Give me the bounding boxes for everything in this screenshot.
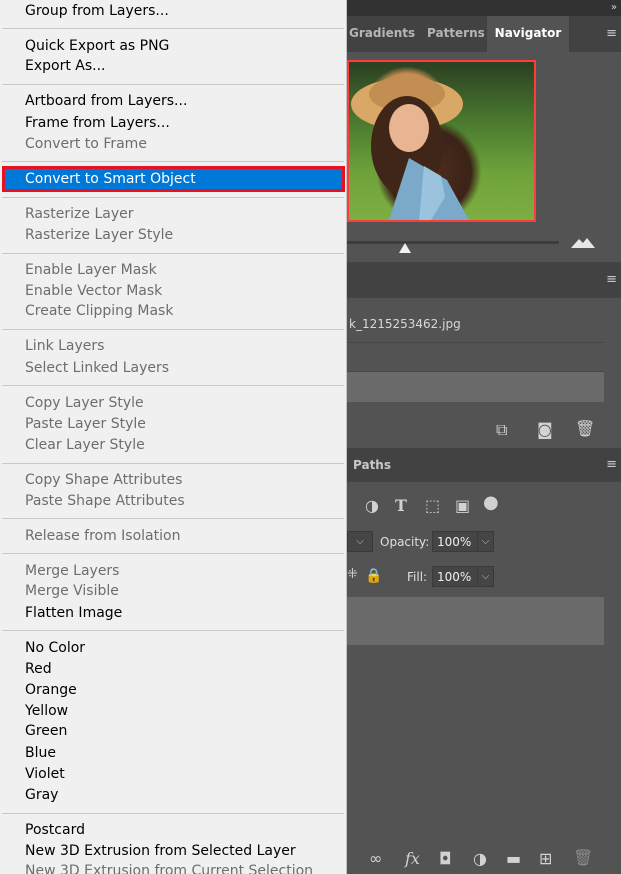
tab-gradients[interactable]: Gradients — [349, 16, 415, 50]
menu-item-enable-layer-mask: Enable Layer Mask — [25, 262, 157, 278]
opacity-dropdown[interactable]: ⌵ — [477, 531, 494, 552]
menu-separator — [2, 84, 344, 85]
menu-item-enable-vector-mask: Enable Vector Mask — [25, 283, 163, 299]
menu-separator — [2, 253, 344, 254]
trash-icon[interactable]: 🗑 — [573, 849, 593, 867]
history-state-row[interactable] — [347, 343, 604, 372]
opacity-input[interactable]: 100% — [432, 531, 478, 552]
menu-item-3d-extrusion-selected-layer[interactable]: New 3D Extrusion from Selected Layer — [25, 841, 296, 861]
panel-dock-header: » — [347, 0, 621, 16]
menu-item-color-none[interactable]: No Color — [25, 638, 85, 658]
hamburger-menu-icon[interactable]: ≡ — [606, 457, 617, 472]
hamburger-menu-icon[interactable]: ≡ — [606, 272, 617, 287]
camera-icon[interactable]: ◙ — [537, 421, 553, 439]
menu-separator — [2, 463, 344, 464]
menu-item-color-violet[interactable]: Violet — [25, 764, 65, 784]
menu-separator — [2, 197, 344, 198]
menu-item-merge-visible: Merge Visible — [25, 583, 119, 599]
menu-item-convert-to-frame: Convert to Frame — [25, 136, 147, 152]
menu-item-copy-shape-attributes: Copy Shape Attributes — [25, 472, 183, 488]
menu-item-color-orange[interactable]: Orange — [25, 680, 77, 700]
menu-item-color-red[interactable]: Red — [25, 659, 52, 679]
history-state-row-selected[interactable] — [347, 372, 604, 402]
folder-icon[interactable]: ▬ — [506, 850, 521, 868]
layer-row-selected[interactable] — [347, 597, 604, 645]
mountain-large-icon[interactable] — [571, 236, 595, 248]
blend-mode-dropdown[interactable]: ⌵ — [347, 531, 373, 552]
menu-item-link-layers: Link Layers — [25, 338, 105, 354]
trash-icon[interactable]: 🗑 — [575, 420, 595, 438]
layer-context-menu: Group from Layers... Quick Export as PNG… — [0, 0, 347, 874]
menu-separator — [2, 630, 344, 631]
menu-item-rasterize-layer: Rasterize Layer — [25, 206, 134, 222]
new-document-icon[interactable]: ⧉ — [496, 421, 507, 439]
menu-item-color-green[interactable]: Green — [25, 721, 67, 741]
toggle-filter-icon[interactable]: ● — [483, 494, 499, 512]
menu-item-select-linked-layers: Select Linked Layers — [25, 360, 170, 376]
menu-separator — [2, 385, 344, 386]
menu-separator — [2, 518, 344, 519]
history-snapshot-name: k_1215253462.jpg — [349, 317, 461, 331]
fill-label: Fill: — [407, 570, 428, 584]
right-panels: » Gradients Patterns Navigator ≡ ≡ k_121… — [347, 0, 621, 874]
mask-icon[interactable]: ◘ — [439, 850, 452, 868]
menu-item-group-from-layers[interactable]: Group from Layers... — [25, 1, 169, 21]
hamburger-menu-icon[interactable]: ≡ — [606, 26, 617, 41]
menu-item-export-as[interactable]: Export As... — [25, 56, 106, 76]
menu-item-3d-extrusion-current-selection: New 3D Extrusion from Current Selection — [25, 863, 314, 874]
menu-item-copy-layer-style: Copy Layer Style — [25, 395, 144, 411]
layers-bottom-toolbar: ∞ fx ◘ ◑ ▬ ⊞ 🗑 — [347, 846, 621, 874]
plus-square-icon[interactable]: ⊞ — [539, 850, 552, 868]
navigator-zoom-slider-thumb[interactable] — [399, 243, 411, 253]
menu-item-color-gray[interactable]: Gray — [25, 785, 58, 805]
menu-separator — [2, 813, 344, 814]
navigator-thumbnail-image — [349, 62, 534, 220]
link-icon[interactable]: ∞ — [369, 850, 382, 868]
menu-separator — [2, 553, 344, 554]
menu-item-paste-shape-attributes: Paste Shape Attributes — [25, 493, 185, 509]
half-circle-icon[interactable]: ◑ — [365, 497, 379, 515]
tab-patterns[interactable]: Patterns — [427, 16, 485, 50]
menu-item-quick-export-png[interactable]: Quick Export as PNG — [25, 36, 169, 56]
fill-dropdown[interactable]: ⌵ — [477, 566, 494, 587]
menu-item-color-blue[interactable]: Blue — [25, 743, 56, 763]
transform-box-icon[interactable]: ⬚ — [425, 497, 440, 515]
navigator-preview-frame[interactable] — [347, 60, 536, 222]
double-chevron-right-icon[interactable]: » — [611, 0, 617, 16]
menu-separator — [2, 28, 344, 29]
portrait-illustration — [351, 76, 469, 220]
type-icon[interactable]: T — [395, 497, 407, 515]
menu-item-create-clipping-mask: Create Clipping Mask — [25, 303, 174, 319]
menu-separator — [2, 329, 344, 330]
layers-tab-bar: Paths ≡ — [347, 448, 621, 482]
menu-item-merge-layers: Merge Layers — [25, 563, 120, 579]
menu-item-release-from-isolation: Release from Isolation — [25, 528, 181, 544]
menu-item-convert-to-smart-object[interactable]: Convert to Smart Object — [25, 169, 196, 189]
fill-input[interactable]: 100% — [432, 566, 478, 587]
lock-icon[interactable]: 🔒 — [365, 567, 382, 585]
half-circle-icon[interactable]: ◑ — [473, 850, 487, 868]
menu-separator — [2, 161, 344, 162]
menu-item-frame-from-layers[interactable]: Frame from Layers... — [25, 113, 170, 133]
opacity-label: Opacity: — [380, 535, 430, 549]
menu-item-postcard[interactable]: Postcard — [25, 820, 85, 840]
fx-icon[interactable]: fx — [405, 850, 420, 868]
history-tab-bar: ≡ — [347, 262, 621, 298]
tab-paths[interactable]: Paths — [353, 448, 391, 482]
menu-item-paste-layer-style: Paste Layer Style — [25, 416, 146, 432]
menu-item-rasterize-layer-style: Rasterize Layer Style — [25, 227, 174, 243]
smart-object-icon[interactable]: ▣ — [455, 497, 470, 515]
menu-item-artboard-from-layers[interactable]: Artboard from Layers... — [25, 91, 187, 111]
tab-navigator[interactable]: Navigator — [487, 16, 569, 52]
menu-item-flatten-image[interactable]: Flatten Image — [25, 603, 122, 623]
navigator-zoom-slider-track[interactable] — [347, 241, 559, 244]
menu-item-clear-layer-style: Clear Layer Style — [25, 437, 145, 453]
history-snapshot-row[interactable]: k_1215253462.jpg — [347, 308, 604, 343]
menu-item-color-yellow[interactable]: Yellow — [25, 701, 68, 721]
lock-position-icon[interactable]: ⁜ — [347, 566, 358, 584]
navigator-tab-bar: Gradients Patterns Navigator ≡ — [347, 16, 621, 52]
